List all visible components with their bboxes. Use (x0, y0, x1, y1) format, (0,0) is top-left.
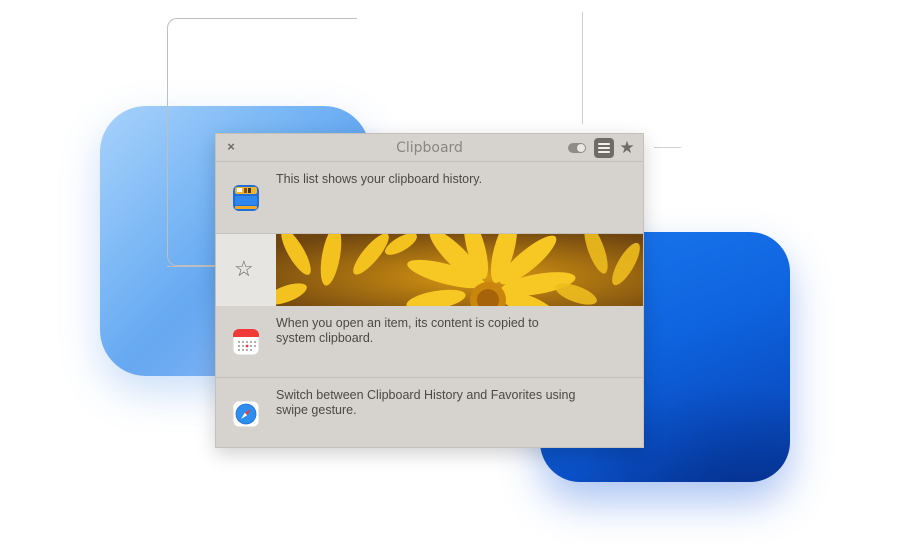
calendar-app-icon (232, 328, 260, 356)
menu-line-icon (598, 143, 610, 145)
clipboard-window: × Clipboard ★ This list shows your clipb… (215, 133, 644, 448)
safari-compass-icon (232, 400, 260, 428)
list-item-text: Switch between Clipboard History and Fav… (276, 388, 576, 417)
favorites-star-button[interactable]: ★ (618, 138, 636, 158)
toggle-switch[interactable] (568, 143, 586, 153)
list-item-image[interactable]: ☆ (216, 234, 643, 306)
flower-image: ✕ (276, 234, 643, 306)
menu-line-icon (598, 147, 610, 149)
menu-button[interactable] (594, 138, 614, 158)
window-title: Clipboard (396, 139, 463, 156)
archive-app-icon (232, 184, 260, 212)
star-outline-icon[interactable]: ☆ (234, 257, 254, 281)
list-item-text: When you open an item, its content is co… (276, 316, 539, 345)
menu-line-icon (598, 151, 610, 153)
list-item[interactable]: When you open an item, its content is co… (216, 306, 643, 378)
decorative-line-horizontal (654, 147, 681, 148)
title-bar-controls: ★ (568, 138, 636, 158)
decorative-line-vertical (582, 12, 583, 124)
close-button[interactable]: × (224, 140, 238, 154)
title-bar: × Clipboard ★ (216, 134, 643, 162)
favorite-column: ☆ (216, 234, 276, 306)
list-item[interactable]: This list shows your clipboard history. (216, 162, 643, 234)
list-item[interactable]: Switch between Clipboard History and Fav… (216, 378, 643, 447)
list-item-text: This list shows your clipboard history. (276, 172, 483, 186)
